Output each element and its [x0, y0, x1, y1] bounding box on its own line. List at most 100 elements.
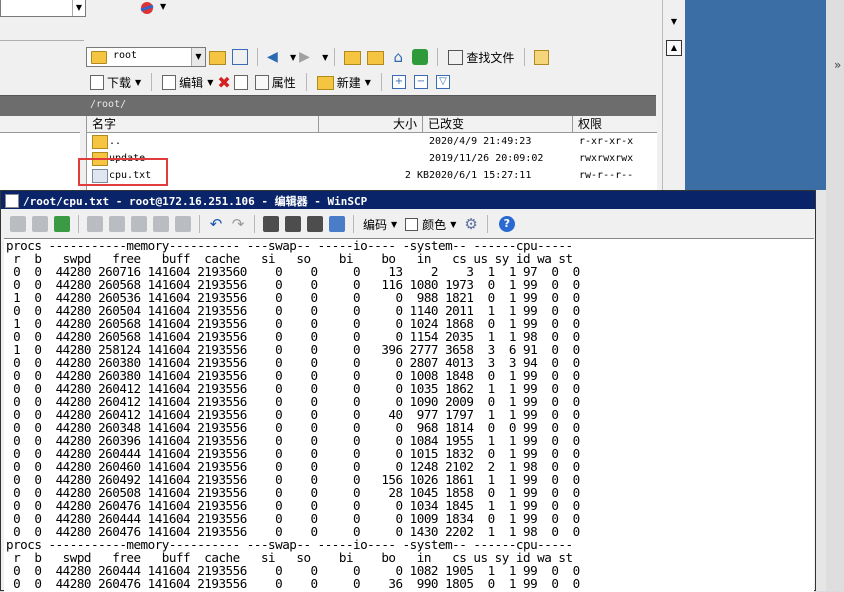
column-modified[interactable]: 已改变: [423, 116, 573, 132]
paste-icon[interactable]: [131, 216, 147, 232]
chevron-down-icon[interactable]: ▼: [322, 53, 328, 62]
undo-icon[interactable]: ↶: [208, 216, 224, 232]
column-name[interactable]: 名字: [87, 116, 319, 132]
parent-folder-icon: [92, 135, 108, 149]
chevron-down-icon[interactable]: ▼: [160, 2, 166, 11]
color-checkbox[interactable]: [405, 217, 419, 231]
file-row[interactable]: .. 2020/4/9 21:49:23 r-xr-xr-x: [87, 133, 657, 150]
chevron-down-icon[interactable]: ▼: [72, 0, 85, 16]
chevron-down-icon[interactable]: ▼: [365, 78, 371, 87]
highlight-box: [78, 158, 168, 186]
properties-label: 属性: [271, 75, 296, 90]
local-pane-header: [0, 116, 80, 133]
editor-title: /root/cpu.txt - root@172.16.251.106 - 编辑…: [23, 195, 368, 208]
copy-icon[interactable]: [87, 216, 103, 232]
properties-button[interactable]: 属性: [251, 72, 300, 92]
file-permissions: rw-r--r--: [579, 170, 634, 181]
file-size: 2 KB: [404, 170, 429, 181]
editor-toolbar: ↶ ↷ 编码 ▼ 颜色 ▼ ⚙ ?: [1, 210, 815, 238]
file-name: ..: [109, 136, 122, 147]
replace-icon[interactable]: [285, 216, 301, 232]
drive-combo[interactable]: ▼: [0, 0, 86, 17]
tree-view-icon[interactable]: [534, 49, 550, 65]
find-next-icon[interactable]: [307, 216, 323, 232]
gear-icon[interactable]: ⚙: [464, 215, 477, 233]
file-toolbar: 下载 ▼ 编辑 ▼ ✖ 属性 新建 ▼ + − ▽: [86, 70, 454, 94]
file-permissions: r-xr-xr-x: [579, 136, 634, 147]
network-icon[interactable]: [138, 0, 156, 16]
chevron-right-icon[interactable]: »: [834, 58, 841, 72]
select-all-icon[interactable]: [175, 216, 191, 232]
divider: [305, 73, 307, 91]
chevron-down-icon[interactable]: ▼: [191, 48, 205, 66]
divider: [151, 73, 153, 91]
chevron-down-icon[interactable]: ▼: [450, 220, 456, 229]
remote-file-list[interactable]: 名字 大小 已改变 权限 .. 2020/4/9 21:49:23 r-xr-x…: [86, 116, 657, 190]
divider: [334, 48, 336, 66]
editor-text-area[interactable]: procs -----------memory---------- ---swa…: [4, 238, 814, 592]
column-size[interactable]: 大小: [319, 116, 423, 132]
help-icon[interactable]: ?: [498, 216, 515, 232]
local-pane[interactable]: [0, 116, 80, 190]
chevron-down-icon[interactable]: ▼: [391, 220, 397, 229]
file-row-selected[interactable]: cpu.txt 2 KB 2020/6/1 15:27:11 rw-r--r--: [87, 167, 657, 184]
find-icon[interactable]: [263, 216, 279, 232]
current-path: /root/: [90, 99, 127, 110]
file-row[interactable]: update 2019/11/26 20:09:02 rwxrwxrwx: [87, 150, 657, 167]
divider: [380, 73, 382, 91]
cut-icon[interactable]: [109, 216, 125, 232]
save-icon[interactable]: [10, 216, 26, 232]
download-button[interactable]: 下载 ▼: [86, 72, 145, 92]
column-permissions[interactable]: 权限: [573, 116, 657, 132]
find-files-button[interactable]: 查找文件: [444, 47, 518, 67]
download-label: 下载: [107, 75, 132, 90]
select-all-icon[interactable]: +: [391, 75, 406, 89]
redo-icon[interactable]: ↷: [230, 216, 246, 232]
delete-icon[interactable]: [153, 216, 169, 232]
root-directory-icon[interactable]: [367, 51, 385, 65]
chevron-down-icon[interactable]: ▼: [207, 78, 213, 87]
editor-titlebar[interactable]: /root/cpu.txt - root@172.16.251.106 - 编辑…: [1, 191, 815, 209]
desktop-background: [685, 0, 826, 190]
file-modified: 2019/11/26 20:09:02: [429, 153, 544, 164]
reload-icon[interactable]: [54, 216, 70, 232]
unselect-all-icon[interactable]: −: [413, 75, 428, 89]
folder-icon: [91, 51, 107, 64]
filter-icon[interactable]: [232, 49, 248, 65]
chevron-down-icon[interactable]: ▼: [290, 53, 296, 62]
divider: [199, 215, 200, 233]
divider: [524, 48, 526, 66]
divider: [0, 40, 84, 41]
scroll-up-icon[interactable]: ▲: [666, 40, 682, 56]
open-folder-icon[interactable]: [209, 51, 226, 65]
divider: [353, 215, 354, 233]
delete-icon[interactable]: ✖: [217, 73, 230, 92]
back-arrow-icon[interactable]: ◀: [267, 49, 283, 65]
color-button[interactable]: 颜色 ▼: [405, 216, 456, 233]
text-line: 0 0 44280 260476 141604 2193556 0 0 0 36…: [6, 576, 580, 591]
path-bar: /root/: [0, 95, 656, 116]
chevron-down-icon[interactable]: ▼: [135, 78, 141, 87]
refresh-icon[interactable]: [412, 49, 429, 65]
find-files-icon: [448, 49, 464, 65]
home-icon[interactable]: ⌂: [390, 49, 406, 65]
encoding-label: 编码: [363, 217, 388, 232]
edit-button[interactable]: 编辑 ▼: [158, 72, 217, 92]
new-label: 新建: [336, 75, 361, 90]
divider: [486, 215, 488, 233]
save-as-icon[interactable]: [32, 216, 48, 232]
file-modified: 2020/4/9 21:49:23: [429, 136, 532, 147]
new-button[interactable]: 新建 ▼: [313, 72, 375, 92]
rename-icon[interactable]: [233, 74, 248, 90]
parent-directory-icon[interactable]: [344, 51, 362, 65]
divider: [437, 48, 439, 66]
editor-scrollbar[interactable]: [816, 190, 826, 591]
filter-select-icon[interactable]: ▽: [435, 75, 450, 89]
new-folder-icon: [316, 76, 334, 90]
divider: [78, 215, 79, 233]
goto-line-icon[interactable]: [329, 216, 345, 232]
scroll-down-icon[interactable]: ▼: [666, 14, 682, 30]
forward-arrow-icon[interactable]: ▶: [299, 49, 315, 65]
path-combo[interactable]: root ▼: [86, 47, 206, 67]
encoding-button[interactable]: 编码 ▼: [363, 216, 397, 233]
